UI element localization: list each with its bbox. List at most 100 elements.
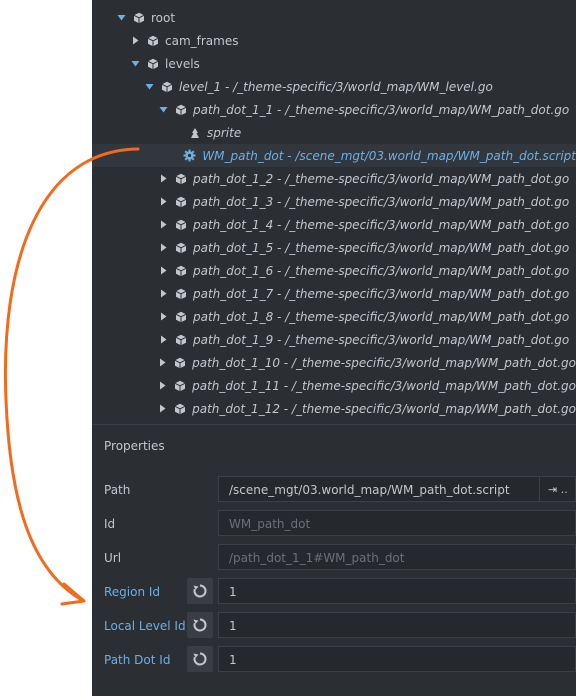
- property-path-dot-id-label: Path Dot Id: [104, 653, 171, 667]
- gameobject-icon: [174, 356, 187, 369]
- path-open-button[interactable]: ⇥ ..: [539, 477, 575, 501]
- outline-row[interactable]: path_dot_1_8 - /_theme-specific/3/world_…: [92, 305, 576, 328]
- gameobject-icon: [174, 333, 187, 346]
- property-region-id-field[interactable]: 1: [218, 578, 576, 604]
- chevron-right-icon[interactable]: [158, 197, 168, 207]
- property-url-row: Url /path_dot_1_1#WM_path_dot: [92, 544, 576, 574]
- outline-row[interactable]: path_dot_1_5 - /_theme-specific/3/world_…: [92, 236, 576, 259]
- chevron-right-icon[interactable]: [158, 243, 168, 253]
- gameobject-icon: [174, 218, 187, 231]
- outline-row[interactable]: path_dot_1_1 - /_theme-specific/3/world_…: [92, 98, 576, 121]
- outline-row-label: path_dot_1_4 - /_theme-specific/3/world_…: [193, 217, 570, 232]
- gameobject-icon: [174, 172, 187, 185]
- property-region-id-row: Region Id 1: [92, 578, 576, 608]
- outline-row[interactable]: path_dot_1_6 - /_theme-specific/3/world_…: [92, 259, 576, 282]
- properties-title: Properties: [104, 439, 165, 453]
- gameobject-icon: [174, 103, 187, 116]
- outline-row[interactable]: path_dot_1_10 - /_theme-specific/3/world…: [92, 351, 576, 374]
- chevron-down-icon[interactable]: [130, 59, 140, 69]
- properties-panel: Properties Path /scene_mgt/03.world_map/…: [92, 424, 576, 696]
- property-id-label: Id: [104, 517, 116, 531]
- outline-row[interactable]: path_dot_1_3 - /_theme-specific/3/world_…: [92, 190, 576, 213]
- property-url-label: Url: [104, 551, 122, 565]
- outline-row[interactable]: WM_path_dot - /scene_mgt/03.world_map/WM…: [92, 144, 576, 167]
- outline-row-label: path_dot_1_3 - /_theme-specific/3/world_…: [193, 194, 570, 209]
- chevron-right-icon[interactable]: [158, 266, 168, 276]
- chevron-down-icon[interactable]: [158, 105, 168, 115]
- chevron-right-icon[interactable]: [158, 381, 168, 391]
- outline-row[interactable]: root: [92, 6, 576, 29]
- outline-row-label: sprite: [207, 125, 242, 140]
- gameobject-icon: [174, 310, 187, 323]
- reset-icon: [193, 652, 207, 666]
- outline-row[interactable]: path_dot_1_9 - /_theme-specific/3/world_…: [92, 328, 576, 351]
- outline-row[interactable]: path_dot_1_4 - /_theme-specific/3/world_…: [92, 213, 576, 236]
- outline-row-label: path_dot_1_1 - /_theme-specific/3/world_…: [193, 102, 570, 117]
- outline-row-label: path_dot_1_11 - /_theme-specific/3/world…: [192, 378, 576, 393]
- outline-row-label: path_dot_1_2 - /_theme-specific/3/world_…: [193, 171, 570, 186]
- property-local-level-id-label: Local Level Id: [104, 619, 186, 633]
- property-region-id-label: Region Id: [104, 585, 161, 599]
- outline-row-label: level_1 - /_theme-specific/3/world_map/W…: [179, 79, 493, 94]
- outline-row-label: path_dot_1_6 - /_theme-specific/3/world_…: [193, 263, 570, 278]
- chevron-down-icon[interactable]: [144, 82, 154, 92]
- gameobject-icon: [174, 402, 187, 415]
- gear-icon: [183, 149, 196, 162]
- outline-row[interactable]: cam_frames: [92, 29, 576, 52]
- reset-path-dot-id-button[interactable]: [187, 646, 213, 672]
- reset-icon: [193, 584, 207, 598]
- chevron-right-icon[interactable]: [158, 220, 168, 230]
- property-path-dot-id-field[interactable]: 1: [218, 646, 576, 672]
- outline-row[interactable]: sprite: [92, 121, 576, 144]
- gameobject-icon: [146, 57, 159, 70]
- gameobject-icon: [146, 34, 159, 47]
- chevron-right-icon[interactable]: [158, 358, 168, 368]
- property-path-row: Path /scene_mgt/03.world_map/WM_path_dot…: [92, 476, 576, 506]
- chevron-right-icon[interactable]: [158, 174, 168, 184]
- property-id-field[interactable]: WM_path_dot: [218, 510, 576, 536]
- gameobject-icon: [160, 80, 173, 93]
- outline-row[interactable]: levels: [92, 52, 576, 75]
- property-local-level-id-field[interactable]: 1: [218, 612, 576, 638]
- outline-row-label: levels: [165, 56, 200, 71]
- property-path-label: Path: [104, 483, 131, 497]
- chevron-right-icon[interactable]: [158, 312, 168, 322]
- property-path-dot-id-row: Path Dot Id 1: [92, 646, 576, 676]
- outline-row[interactable]: path_dot_1_2 - /_theme-specific/3/world_…: [92, 167, 576, 190]
- outline-row[interactable]: path_dot_1_12 - /_theme-specific/3/world…: [92, 397, 576, 420]
- property-local-level-id-row: Local Level Id 1: [92, 612, 576, 642]
- outline-row-label: cam_frames: [165, 33, 239, 48]
- gameobject-icon: [174, 287, 187, 300]
- outline-row-label: path_dot_1_8 - /_theme-specific/3/world_…: [193, 309, 570, 324]
- outline-row-label: root: [151, 10, 176, 25]
- editor-panel: root cam_frameslevels level_1 - /_theme-sp…: [92, 0, 576, 696]
- gameobject-icon: [174, 379, 187, 392]
- outline-row[interactable]: path_dot_1_11 - /_theme-specific/3/world…: [92, 374, 576, 397]
- outline-row-label: WM_path_dot - /scene_mgt/03.world_map/WM…: [202, 148, 576, 163]
- outline-row-label: path_dot_1_7 - /_theme-specific/3/world_…: [193, 286, 570, 301]
- chevron-down-icon[interactable]: [116, 13, 126, 23]
- outline-row[interactable]: level_1 - /_theme-specific/3/world_map/W…: [92, 75, 576, 98]
- property-url-field[interactable]: /path_dot_1_1#WM_path_dot: [218, 544, 576, 570]
- outline-row[interactable]: path_dot_1_7 - /_theme-specific/3/world_…: [92, 282, 576, 305]
- outline-tree: root cam_frameslevels level_1 - /_theme-sp…: [92, 0, 576, 424]
- chevron-right-icon[interactable]: [158, 335, 168, 345]
- chevron-right-icon[interactable]: [158, 289, 168, 299]
- outline-row-label: path_dot_1_9 - /_theme-specific/3/world_…: [193, 332, 570, 347]
- sprite-icon: [188, 126, 201, 139]
- property-path-value: /scene_mgt/03.world_map/WM_path_dot.scri…: [229, 483, 510, 497]
- reset-region-id-button[interactable]: [187, 578, 213, 604]
- gameobject-icon: [174, 195, 187, 208]
- chevron-right-icon[interactable]: [158, 404, 168, 414]
- outline-row-label: path_dot_1_10 - /_theme-specific/3/world…: [192, 355, 576, 370]
- property-path-field[interactable]: /scene_mgt/03.world_map/WM_path_dot.scri…: [218, 476, 576, 502]
- gameobject-icon: [174, 264, 187, 277]
- outline-row-label: path_dot_1_12 - /_theme-specific/3/world…: [192, 401, 576, 416]
- reset-icon: [193, 618, 207, 632]
- gameobject-icon: [132, 11, 145, 24]
- reset-local-level-id-button[interactable]: [187, 612, 213, 638]
- chevron-right-icon[interactable]: [130, 36, 140, 46]
- property-id-row: Id WM_path_dot: [92, 510, 576, 540]
